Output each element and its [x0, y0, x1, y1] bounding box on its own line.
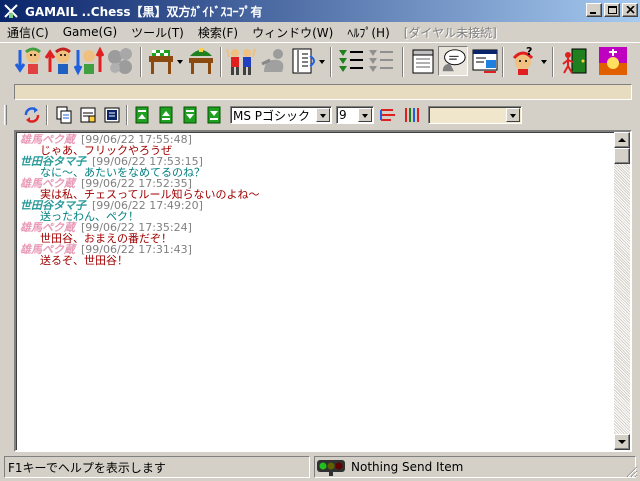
scroll-thumb[interactable] [614, 148, 630, 164]
chat-messages: 雄馬ペク蔵 [99/06/22 17:55:48] じゃあ、フリックやろうぜ 世田… [20, 134, 612, 266]
resize-grip-icon[interactable] [626, 466, 638, 478]
toolbar-separator [220, 47, 222, 77]
signal-light-icon [317, 458, 345, 476]
toolbar-separator [402, 47, 404, 77]
menu-search[interactable]: 検索(F) [191, 24, 245, 41]
font-size-value: 9 [339, 108, 347, 122]
address-strip[interactable] [14, 84, 632, 100]
chat-message: 雄馬ペク蔵 [99/06/22 17:35:24] 世田谷、おまえの番だぞ！ [20, 222, 612, 244]
menu-bar: 通信(C) Game(G) ツール(T) 検索(F) ウィンドウ(W) ﾍﾙﾌﾟ… [0, 22, 640, 42]
help-dropdown[interactable] [540, 55, 548, 69]
toolbar-grip[interactable] [4, 105, 7, 125]
opponent-disabled-icon [258, 46, 288, 76]
app-window: GAMAIL ..Chess【黒】双方ｶﾞｲﾄﾞｽｺｰﾌﾟ有 通信(C) Gam… [0, 0, 640, 480]
chat-message: 雄馬ペク蔵 [99/06/22 17:55:48] じゃあ、フリックやろうぜ [20, 134, 612, 156]
menu-window[interactable]: ウィンドウ(W) [245, 24, 340, 41]
text-align-icon[interactable] [378, 105, 398, 125]
receive-mail-icon[interactable] [14, 46, 44, 76]
status-bar: F1キーでヘルプを表示します Nothing Send Item [0, 454, 640, 480]
scroll-up-button[interactable] [614, 132, 630, 148]
chat-message: 雄馬ペク蔵 [99/06/22 17:31:43] 送るぞ、世田谷！ [20, 244, 612, 266]
menu-tsushin[interactable]: 通信(C) [0, 24, 56, 41]
exit-door-icon[interactable] [560, 46, 590, 76]
maximize-button[interactable] [604, 3, 620, 17]
send-receive-icon[interactable] [74, 46, 104, 76]
scroll-track[interactable] [614, 164, 630, 434]
toolbar-separator [330, 47, 332, 77]
help-hint: F1キーでヘルプを表示します [4, 456, 310, 478]
select-all-icon[interactable] [102, 105, 122, 125]
sort-list-icon[interactable] [336, 46, 366, 76]
send-status-text: Nothing Send Item [351, 460, 464, 474]
menu-tools[interactable]: ツール(T) [124, 24, 191, 41]
move-up-icon[interactable] [156, 105, 176, 125]
chevron-down-icon[interactable] [316, 108, 330, 122]
app-logo-icon[interactable] [3, 3, 19, 19]
chat-log[interactable]: 雄馬ペク蔵 [99/06/22 17:55:48] じゃあ、フリックやろうぜ 世田… [14, 130, 632, 452]
toolbar-separator [140, 47, 142, 77]
message-text: 送るぞ、世田谷！ [40, 254, 128, 267]
send-mail-icon[interactable] [44, 46, 74, 76]
new-game-icon[interactable] [186, 46, 216, 76]
chevron-down-icon[interactable] [358, 108, 372, 122]
sunset-icon[interactable] [598, 46, 628, 76]
main-toolbar: ? [0, 42, 640, 82]
address-book-icon[interactable] [288, 46, 318, 76]
toolbar-separator [552, 47, 554, 77]
game-board-icon[interactable] [146, 46, 176, 76]
toolbar-separator [126, 105, 128, 125]
sort-disabled-icon [366, 46, 396, 76]
address-book-dropdown[interactable] [318, 55, 326, 69]
dial-status: [ダイヤル未接続] [403, 25, 497, 40]
toolbar-separator [46, 105, 48, 125]
send-status-panel: Nothing Send Item [314, 456, 636, 478]
chat-message: 雄馬ペク蔵 [99/06/22 17:52:35] 実は私、チェスってルール知らな… [20, 178, 612, 200]
refresh-icon[interactable] [22, 105, 42, 125]
move-top-icon[interactable] [132, 105, 152, 125]
color-bars-icon[interactable] [402, 105, 422, 125]
toolbar-separator [502, 47, 504, 77]
connect-disabled-icon [106, 46, 136, 76]
close-button[interactable] [622, 3, 638, 17]
move-down-icon[interactable] [180, 105, 200, 125]
copy-icon[interactable] [54, 105, 74, 125]
font-size-select[interactable]: 9 [336, 106, 374, 124]
game-board-dropdown[interactable] [176, 55, 184, 69]
chat-toggle-icon[interactable] [438, 46, 468, 76]
notepad-icon[interactable] [408, 46, 438, 76]
chevron-down-icon[interactable] [506, 108, 520, 122]
svg-text:?: ? [526, 46, 532, 58]
window-title: GAMAIL ..Chess【黒】双方ｶﾞｲﾄﾞｽｺｰﾌﾟ有 [25, 4, 263, 19]
chat-message: 世田谷タマ子 [99/06/22 17:53:15] なに～、あたいをなめてるのね… [20, 156, 612, 178]
scroll-down-button[interactable] [614, 434, 630, 450]
players-icon[interactable] [226, 46, 256, 76]
vertical-scrollbar[interactable] [614, 132, 630, 450]
move-bottom-icon[interactable] [204, 105, 224, 125]
title-bar[interactable]: GAMAIL ..Chess【黒】双方ｶﾞｲﾄﾞｽｺｰﾌﾟ有 [0, 0, 640, 22]
paste-icon[interactable] [78, 105, 98, 125]
font-select[interactable]: MS Pゴシック [230, 106, 332, 124]
format-toolbar: MS Pゴシック 9 [0, 103, 640, 127]
color-select[interactable] [428, 106, 522, 124]
help-icon[interactable]: ? [508, 46, 538, 76]
chat-message: 世田谷タマ子 [99/06/22 17:49:20] 送ったわん、ペク！ [20, 200, 612, 222]
font-select-value: MS Pゴシック [233, 108, 311, 123]
minimize-button[interactable] [586, 3, 602, 17]
menu-game[interactable]: Game(G) [56, 25, 124, 39]
menu-help[interactable]: ﾍﾙﾌﾟ(H) [340, 24, 396, 41]
mail-window-icon[interactable] [470, 46, 500, 76]
